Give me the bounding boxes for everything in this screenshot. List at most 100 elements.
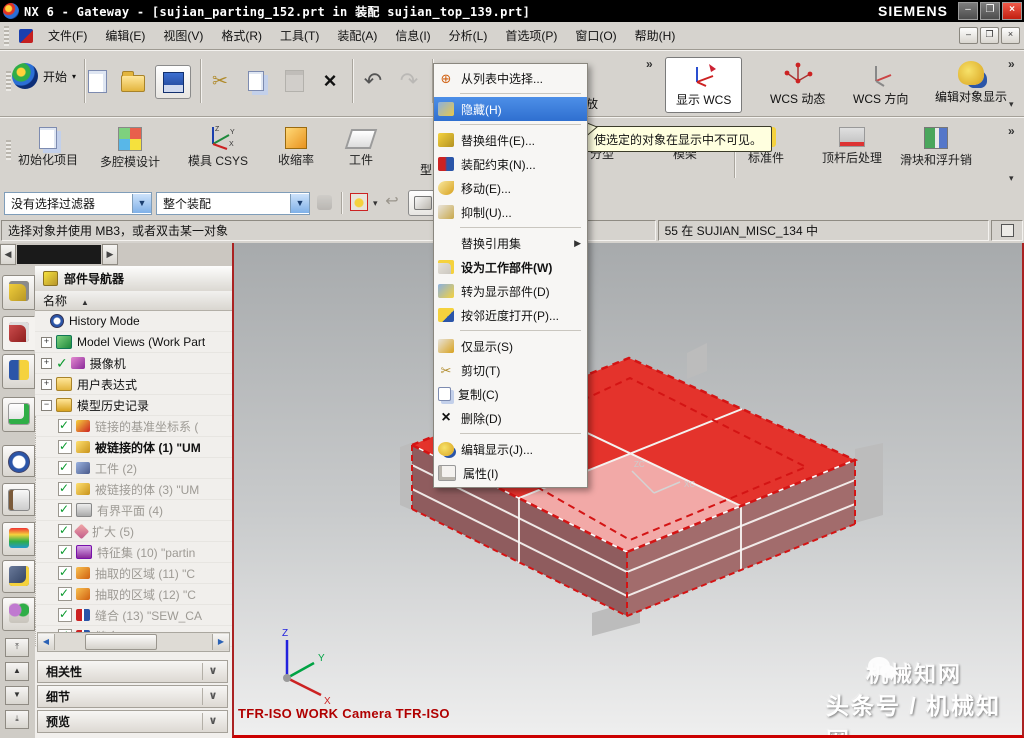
- edit-object-display-button[interactable]: 编辑对象显示: [935, 61, 1007, 105]
- reset-filter-button[interactable]: ↩: [380, 189, 404, 215]
- tree-item-sew-13[interactable]: 缝合 (13) "SEW_CA: [35, 605, 232, 626]
- checkbox-checked[interactable]: [58, 482, 72, 496]
- doc-restore-button[interactable]: ❐: [980, 27, 999, 44]
- resource-scroll-bottom[interactable]: ⤓: [5, 710, 29, 729]
- workpiece-button[interactable]: 工件: [348, 129, 374, 168]
- menu-file[interactable]: 文件(F): [39, 23, 96, 48]
- menu-tools[interactable]: 工具(T): [271, 23, 328, 48]
- restore-button[interactable]: ❐: [980, 2, 1000, 20]
- wcs-orient-button[interactable]: WCS 方向: [853, 61, 908, 107]
- column-header-name[interactable]: 名称: [35, 291, 232, 311]
- undo-button[interactable]: ↶: [358, 66, 388, 96]
- menu-item-replace-component[interactable]: 替换组件(E)...: [434, 128, 587, 152]
- tree-item-linked-datum-csys[interactable]: 链接的基准坐标系 (: [35, 416, 232, 437]
- collapse-toggle[interactable]: [41, 400, 52, 411]
- chevron-down-icon[interactable]: [202, 688, 223, 705]
- tree-item-workpiece[interactable]: 工件 (2): [35, 458, 232, 479]
- menu-preferences[interactable]: 首选项(P): [496, 23, 566, 48]
- ejector-post-processing-button[interactable]: 顶杆后处理: [822, 127, 882, 166]
- menu-item-show-only[interactable]: 仅显示(S): [434, 334, 587, 358]
- tab-roles[interactable]: [2, 597, 35, 631]
- tree-item-linked-body-3[interactable]: 被链接的体 (3) "UM: [35, 479, 232, 500]
- menu-item-hide[interactable]: 隐藏(H): [434, 97, 587, 121]
- selection-filter-dropdown[interactable]: 没有选择过滤器 ▼: [4, 192, 152, 215]
- status-expand-button[interactable]: [991, 220, 1023, 241]
- paste-button[interactable]: [279, 66, 309, 96]
- menu-help[interactable]: 帮助(H): [626, 23, 685, 48]
- checkbox-checked[interactable]: [58, 419, 72, 433]
- cut-button[interactable]: ✂: [205, 66, 235, 96]
- scroll-left-icon[interactable]: ◀: [38, 634, 55, 650]
- tree-item-feature-set[interactable]: 特征集 (10) "partin: [35, 542, 232, 563]
- dropdown-arrow-icon[interactable]: ▼: [290, 194, 309, 213]
- menu-item-cut[interactable]: ✂ 剪切(T): [434, 358, 587, 382]
- checkbox-checked[interactable]: [58, 566, 72, 580]
- menu-assemblies[interactable]: 装配(A): [328, 23, 386, 48]
- panel-details[interactable]: 细节: [37, 685, 228, 708]
- menu-item-select-from-list[interactable]: ⊕ 从列表中选择...: [434, 66, 587, 90]
- toolbar-collapse-arrow[interactable]: ▾: [1009, 173, 1014, 184]
- expand-toggle[interactable]: [41, 379, 52, 390]
- menu-window[interactable]: 窗口(O): [566, 23, 625, 48]
- tree-item-model-history[interactable]: 模型历史记录: [35, 395, 232, 416]
- initialize-project-button[interactable]: 初始化项目: [18, 127, 78, 168]
- menu-item-move[interactable]: 移动(E)...: [434, 176, 587, 200]
- tab-machining-wizard[interactable]: [2, 560, 35, 593]
- horizontal-scrollbar[interactable]: ◀ ▶: [37, 632, 230, 652]
- resource-scroll-down[interactable]: ▼: [5, 686, 29, 705]
- tree-item-extract-region-11[interactable]: 抽取的区域 (11) "C: [35, 563, 232, 584]
- toolbar-grip[interactable]: [4, 26, 9, 46]
- expand-toggle[interactable]: [41, 358, 52, 369]
- menu-item-edit-display[interactable]: 编辑显示(J)...: [434, 437, 587, 461]
- slider-right-button[interactable]: ▶: [102, 244, 118, 265]
- toolbar-overflow-chevron[interactable]: »: [1008, 124, 1015, 138]
- snap-point-button[interactable]: [312, 189, 336, 215]
- toolbar-grip[interactable]: [6, 71, 11, 91]
- tab-system-materials[interactable]: [2, 483, 35, 516]
- resource-scroll-up[interactable]: ▲: [5, 662, 29, 681]
- panel-preview[interactable]: 预览: [37, 710, 228, 733]
- display-wcs-button[interactable]: 显示 WCS: [665, 57, 742, 113]
- chevron-down-icon[interactable]: ▾: [373, 198, 378, 209]
- checkbox-checked[interactable]: [58, 608, 72, 622]
- checkbox-checked[interactable]: [58, 461, 72, 475]
- tree-item-enlarge[interactable]: 扩大 (5): [35, 521, 232, 542]
- tab-part-navigator[interactable]: [2, 354, 35, 389]
- panel-dependencies[interactable]: 相关性: [37, 660, 228, 683]
- tree-item-extract-region-12[interactable]: 抽取的区域 (12) "C: [35, 584, 232, 605]
- tree-item-bounded-plane[interactable]: 有界平面 (4): [35, 500, 232, 521]
- checkbox-checked[interactable]: [58, 587, 72, 601]
- tree-item-model-views[interactable]: Model Views (Work Part: [35, 332, 232, 353]
- menu-item-replace-reference-set[interactable]: 替换引用集 ▶: [434, 231, 587, 255]
- menu-item-make-displayed-part[interactable]: 转为显示部件(D): [434, 279, 587, 303]
- doc-close-button[interactable]: ×: [1001, 27, 1020, 44]
- slider-bar[interactable]: [17, 245, 101, 264]
- menu-item-delete[interactable]: × 删除(D): [434, 406, 587, 430]
- mold-csys-button[interactable]: ZYX 模具 CSYS: [188, 124, 248, 169]
- new-file-button[interactable]: [82, 66, 112, 96]
- chevron-down-icon[interactable]: [202, 713, 223, 730]
- toolbar-collapse-arrow[interactable]: ▾: [1009, 99, 1014, 110]
- scrollbar-thumb[interactable]: [85, 634, 157, 650]
- redo-button[interactable]: ↷: [394, 66, 424, 96]
- checkbox-checked[interactable]: [58, 440, 72, 454]
- shrinkage-button[interactable]: 收缩率: [278, 127, 314, 168]
- menu-item-properties[interactable]: 属性(I): [434, 461, 587, 485]
- doc-minimize-button[interactable]: –: [959, 27, 978, 44]
- menu-information[interactable]: 信息(I): [386, 23, 439, 48]
- wcs-dynamics-button[interactable]: WCS 动态: [770, 61, 825, 107]
- scroll-right-icon[interactable]: ▶: [212, 634, 229, 650]
- save-button[interactable]: [155, 65, 191, 99]
- checkbox-checked[interactable]: [58, 524, 72, 538]
- checkbox-checked[interactable]: [58, 545, 72, 559]
- chevron-down-icon[interactable]: [202, 663, 223, 680]
- delete-button[interactable]: ×: [315, 66, 345, 96]
- checkbox-checked[interactable]: [58, 503, 72, 517]
- menu-edit[interactable]: 编辑(E): [96, 23, 154, 48]
- general-selection-filter-button[interactable]: [346, 189, 372, 215]
- menu-item-open-by-proximity[interactable]: 按邻近度打开(P)...: [434, 303, 587, 327]
- selection-scope-dropdown[interactable]: 整个装配 ▼: [156, 192, 310, 215]
- menu-item-make-work-part[interactable]: 设为工作部件(W): [434, 255, 587, 279]
- copy-button[interactable]: [241, 66, 271, 96]
- slider-lifter-button[interactable]: 滑块和浮升销: [900, 127, 972, 168]
